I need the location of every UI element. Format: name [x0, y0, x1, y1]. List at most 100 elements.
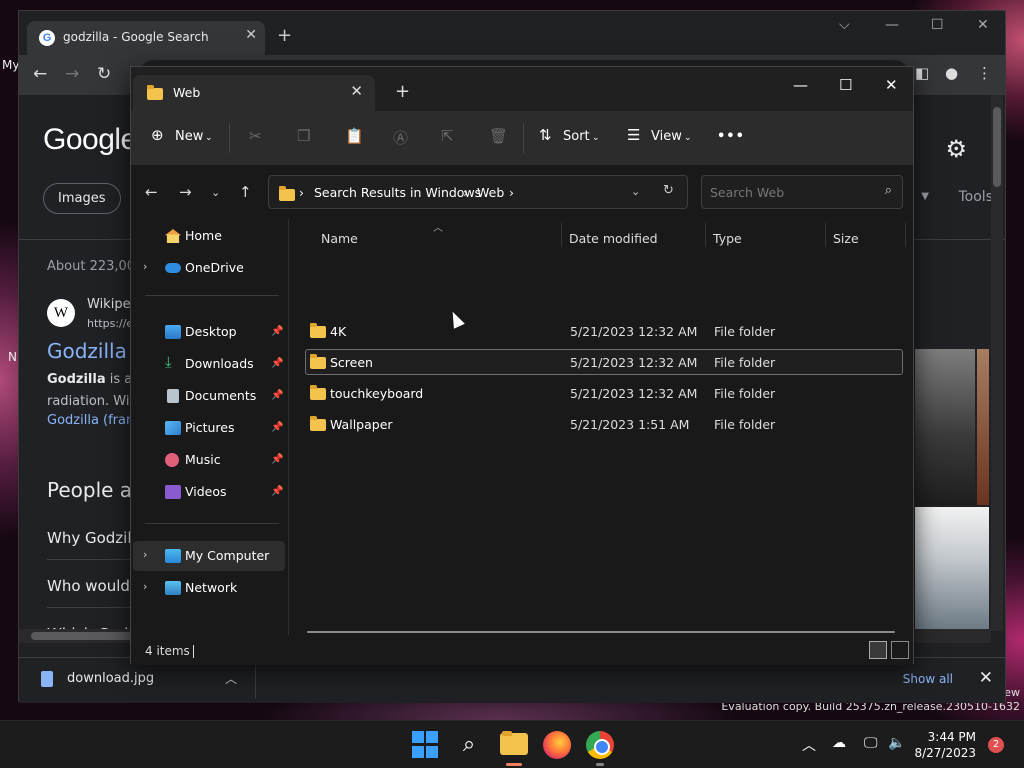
nav-item-home[interactable]: Home [133, 221, 285, 251]
start-button-windows-icon[interactable] [412, 731, 440, 759]
nav-item-documents[interactable]: Documents 📌 [133, 381, 285, 411]
cloud-offline-icon[interactable]: ☁ [832, 735, 846, 751]
chevron-right-icon[interactable]: › [143, 580, 147, 593]
search-box[interactable]: Search Web ⌕ [701, 175, 903, 209]
explorer-tab[interactable]: Web ✕ [133, 75, 375, 111]
rename-icon[interactable]: Ⓐ [393, 127, 408, 148]
column-divider[interactable] [705, 223, 706, 247]
column-header-date[interactable]: Date modified [569, 231, 658, 246]
reload-icon[interactable]: ↻ [97, 64, 111, 84]
view-icon[interactable]: ☰ [627, 126, 640, 144]
sort-icon[interactable]: ⇅ [539, 126, 552, 144]
nav-item-network[interactable]: › Network [133, 573, 285, 603]
firefox-icon[interactable] [543, 731, 571, 759]
back-icon[interactable]: ← [33, 64, 47, 84]
nav-item-desktop[interactable]: Desktop 📌 [133, 317, 285, 347]
volume-icon[interactable]: 🔈 [888, 735, 905, 751]
download-filename[interactable]: download.jpg [67, 671, 154, 686]
column-divider[interactable] [905, 223, 906, 247]
tab-search-icon[interactable]: ⌵ [839, 17, 850, 33]
question-item[interactable]: Why Godzil [47, 529, 132, 547]
menu-icon[interactable]: ⋮ [977, 64, 992, 82]
chevron-down-icon[interactable]: ⌄ [631, 185, 640, 198]
maximize-icon[interactable]: ☐ [839, 76, 852, 94]
image-thumbnail[interactable] [977, 349, 989, 505]
result-sublink[interactable]: Godzilla (fran [47, 413, 134, 428]
chrome-tab[interactable]: G godzilla - Google Search ✕ [27, 21, 265, 55]
up-icon[interactable]: ↑ [239, 183, 252, 201]
tiles-view-icon[interactable] [891, 641, 909, 659]
delete-icon[interactable]: 🗑 [489, 127, 508, 145]
godzilla-image-thumbnail[interactable] [915, 349, 975, 505]
sidebar-icon[interactable]: ◧ [915, 64, 929, 82]
minimize-icon[interactable]: — [793, 76, 808, 94]
nav-item-my-computer[interactable]: › My Computer [133, 541, 285, 571]
file-row[interactable]: Screen 5/21/2023 12:32 AM File folder [305, 349, 903, 375]
clock[interactable]: 3:44 PM 8/27/2023 [914, 729, 976, 761]
sort-button[interactable]: Sort [563, 129, 590, 144]
search-icon[interactable]: ⌕ [455, 731, 483, 759]
chevron-up-icon[interactable]: ︿ [225, 670, 237, 687]
google-logo[interactable]: Google [43, 123, 137, 157]
breadcrumb-web[interactable]: Web [477, 185, 504, 200]
paste-icon[interactable]: 📋 [345, 127, 364, 145]
close-tab-icon[interactable]: ✕ [350, 82, 363, 100]
column-divider[interactable] [825, 223, 826, 247]
show-all-button[interactable]: Show all [903, 672, 953, 686]
filter-caret-icon[interactable]: ▼ [921, 191, 929, 202]
close-tab-icon[interactable]: ✕ [245, 27, 257, 43]
nav-item-downloads[interactable]: ⤓ Downloads 📌 [133, 349, 285, 379]
chevron-right-icon[interactable]: › [143, 260, 147, 273]
search-icon[interactable]: ⌕ [885, 183, 892, 198]
view-button[interactable]: View [651, 129, 682, 144]
nav-item-onedrive[interactable]: › OneDrive [133, 253, 285, 283]
new-plus-icon[interactable]: ⊕ [151, 126, 164, 144]
forward-icon[interactable]: → [179, 183, 192, 201]
column-header-size[interactable]: Size [833, 231, 859, 246]
breadcrumb-search-results[interactable]: Search Results in Windows [314, 185, 481, 200]
result-title-link[interactable]: Godzilla - [47, 339, 140, 363]
godzilla-image-thumbnail[interactable] [915, 507, 989, 629]
scroll-thumb[interactable] [993, 107, 1001, 187]
address-bar[interactable]: › Search Results in Windows › Web › ⌄ ↻ [268, 175, 688, 209]
result-url[interactable]: https://e [87, 317, 133, 330]
nav-item-pictures[interactable]: Pictures 📌 [133, 413, 285, 443]
chevron-down-icon[interactable]: ⌄ [684, 133, 692, 143]
images-filter-button[interactable]: Images [43, 183, 121, 214]
new-tab-button[interactable]: + [395, 81, 410, 102]
close-download-shelf-icon[interactable]: ✕ [979, 668, 993, 688]
chevron-down-icon[interactable]: ⌄ [205, 133, 213, 143]
notification-badge[interactable]: 2 [988, 737, 1004, 753]
question-item[interactable]: Who would [47, 577, 130, 595]
share-icon[interactable]: ⇱ [441, 127, 454, 145]
column-divider[interactable] [561, 223, 562, 247]
forward-icon[interactable]: → [65, 64, 79, 84]
column-header-type[interactable]: Type [713, 231, 742, 246]
file-explorer-taskbar-icon[interactable] [500, 731, 528, 755]
refresh-icon[interactable]: ↻ [663, 183, 674, 198]
copy-icon[interactable]: ❐ [297, 127, 310, 145]
tools-button[interactable]: Tools [959, 189, 994, 205]
chevron-down-icon[interactable]: ⌄ [592, 133, 600, 143]
file-row[interactable]: touchkeyboard 5/21/2023 12:32 AM File fo… [305, 380, 903, 406]
search-input[interactable]: Search Web [710, 185, 784, 200]
chrome-icon[interactable] [586, 731, 614, 759]
details-view-icon[interactable] [869, 641, 887, 659]
file-row[interactable]: Wallpaper 5/21/2023 1:51 AM File folder [305, 411, 903, 437]
nav-item-videos[interactable]: Videos 📌 [133, 477, 285, 507]
column-header-name[interactable]: Name [321, 231, 358, 246]
file-row[interactable]: 4K 5/21/2023 12:32 AM File folder [305, 318, 903, 344]
new-tab-button[interactable]: + [277, 25, 292, 46]
maximize-icon[interactable]: ☐ [931, 17, 944, 33]
result-source[interactable]: Wikipe [87, 297, 131, 312]
show-hidden-icons-icon[interactable]: ︿ [802, 735, 816, 755]
more-options-icon[interactable]: ••• [717, 129, 745, 144]
back-icon[interactable]: ← [145, 183, 158, 201]
horizontal-scrollbar[interactable] [307, 631, 895, 633]
recent-locations-icon[interactable]: ⌄ [211, 186, 220, 199]
nav-item-music[interactable]: Music 📌 [133, 445, 285, 475]
chevron-right-icon[interactable]: › [143, 548, 147, 561]
network-status-icon[interactable]: 🖵 [864, 735, 878, 751]
settings-gear-icon[interactable]: ⚙ [945, 135, 967, 163]
close-window-icon[interactable]: ✕ [885, 76, 898, 94]
